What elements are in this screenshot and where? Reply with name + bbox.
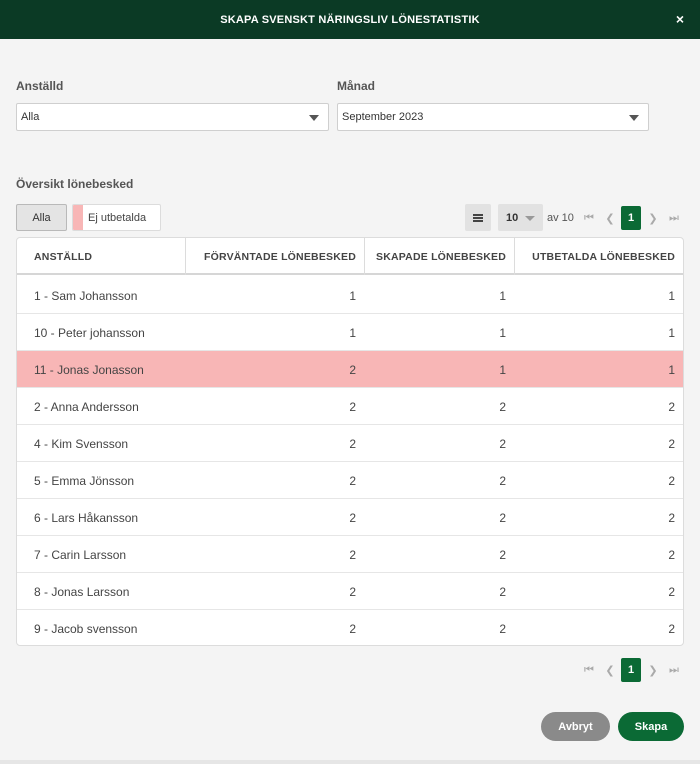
cell-expected: 2 [349, 584, 356, 599]
page-size-value: 10 [506, 211, 519, 224]
prev-page-icon[interactable]: ❮ [603, 663, 617, 677]
column-header-created[interactable]: SKAPADE LÖNEBESKED [364, 238, 506, 275]
cell-created: 2 [499, 621, 506, 636]
month-select-value: September 2023 [342, 111, 424, 123]
table-row[interactable]: 6 - Lars Håkansson 2 2 2 [17, 499, 683, 536]
cell-created: 1 [499, 362, 506, 377]
cell-created: 2 [499, 547, 506, 562]
table-row[interactable]: 9 - Jacob svensson 2 2 2 [17, 610, 683, 645]
table-row[interactable]: 8 - Jonas Larsson 2 2 2 [17, 573, 683, 610]
cell-paid: 2 [668, 584, 675, 599]
page-1-button[interactable]: 1 [621, 658, 641, 682]
cell-expected: 2 [349, 510, 356, 525]
cell-created: 2 [499, 436, 506, 451]
cell-paid: 2 [668, 399, 675, 414]
filter-unpaid-button[interactable]: Ej utbetalda [72, 204, 161, 231]
menu-icon [473, 213, 483, 222]
cell-paid: 2 [668, 621, 675, 636]
dialog-header: SKAPA SVENSKT NÄRINGSLIV LÖNESTATISTIK × [0, 0, 700, 39]
create-button[interactable]: Skapa [618, 712, 684, 741]
cell-paid: 2 [668, 436, 675, 451]
table-header: ANSTÄLLD FÖRVÄNTADE LÖNEBESKED SKAPADE L… [17, 238, 683, 275]
page-count-label: av 10 [547, 212, 574, 224]
cell-paid: 2 [668, 547, 675, 562]
table-row[interactable]: 2 - Anna Andersson 2 2 2 [17, 388, 683, 425]
page-size-select[interactable]: 10 [498, 204, 543, 231]
last-page-icon[interactable]: ⏭ [667, 211, 681, 225]
payslip-table: ANSTÄLLD FÖRVÄNTADE LÖNEBESKED SKAPADE L… [16, 237, 684, 646]
close-icon[interactable]: × [673, 12, 687, 26]
column-header-employee[interactable]: ANSTÄLLD [34, 238, 92, 275]
cell-expected: 1 [349, 325, 356, 340]
cell-expected: 1 [349, 288, 356, 303]
cell-expected: 2 [349, 399, 356, 414]
employee-select-value: Alla [21, 111, 40, 123]
overview-title: Översikt lönebesked [16, 177, 134, 191]
table-row[interactable]: 5 - Emma Jönsson 2 2 2 [17, 462, 683, 499]
cell-created: 2 [499, 584, 506, 599]
filter-all-button[interactable]: Alla [16, 204, 67, 231]
cell-paid: 2 [668, 510, 675, 525]
table-row[interactable]: 10 - Peter johansson 1 1 1 [17, 314, 683, 351]
table-row[interactable]: 4 - Kim Svensson 2 2 2 [17, 425, 683, 462]
last-page-icon[interactable]: ⏭ [667, 663, 681, 677]
cell-paid: 2 [668, 473, 675, 488]
unpaid-swatch [73, 205, 83, 230]
table-row[interactable]: 11 - Jonas Jonasson 2 1 1 [17, 351, 683, 388]
column-header-paid[interactable]: UTBETALDA LÖNEBESKED [514, 238, 675, 275]
dialog-title: SKAPA SVENSKT NÄRINGSLIV LÖNESTATISTIK [220, 13, 480, 26]
cell-created: 1 [499, 288, 506, 303]
column-header-expected[interactable]: FÖRVÄNTADE LÖNEBESKED [185, 238, 356, 275]
cell-expected: 2 [349, 621, 356, 636]
employee-label: Anställd [16, 79, 64, 93]
employee-select[interactable]: Alla [16, 103, 329, 131]
next-page-icon[interactable]: ❯ [646, 663, 660, 677]
next-page-icon[interactable]: ❯ [646, 211, 660, 225]
prev-page-icon[interactable]: ❮ [603, 211, 617, 225]
cell-expected: 2 [349, 473, 356, 488]
cell-created: 2 [499, 399, 506, 414]
table-row[interactable]: 7 - Carin Larsson 2 2 2 [17, 536, 683, 573]
cancel-button[interactable]: Avbryt [541, 712, 610, 741]
chevron-down-icon [309, 115, 319, 121]
first-page-icon[interactable]: ⏮ [582, 211, 596, 225]
chevron-down-icon [525, 216, 535, 221]
month-label: Månad [337, 79, 376, 93]
cell-paid: 1 [668, 325, 675, 340]
month-select[interactable]: September 2023 [337, 103, 649, 131]
chevron-down-icon [629, 115, 639, 121]
first-page-icon[interactable]: ⏮ [582, 663, 596, 677]
filter-unpaid-label: Ej utbetalda [88, 211, 147, 224]
dialog-bottom-border [0, 760, 700, 764]
cell-paid: 1 [668, 288, 675, 303]
cell-expected: 2 [349, 547, 356, 562]
cell-created: 2 [499, 510, 506, 525]
cell-paid: 1 [668, 362, 675, 377]
cell-expected: 2 [349, 362, 356, 377]
page-1-button[interactable]: 1 [621, 206, 641, 230]
column-menu-button[interactable] [465, 204, 491, 231]
cell-expected: 2 [349, 436, 356, 451]
table-row[interactable]: 1 - Sam Johansson 1 1 1 [17, 277, 683, 314]
cell-created: 1 [499, 325, 506, 340]
cell-created: 2 [499, 473, 506, 488]
